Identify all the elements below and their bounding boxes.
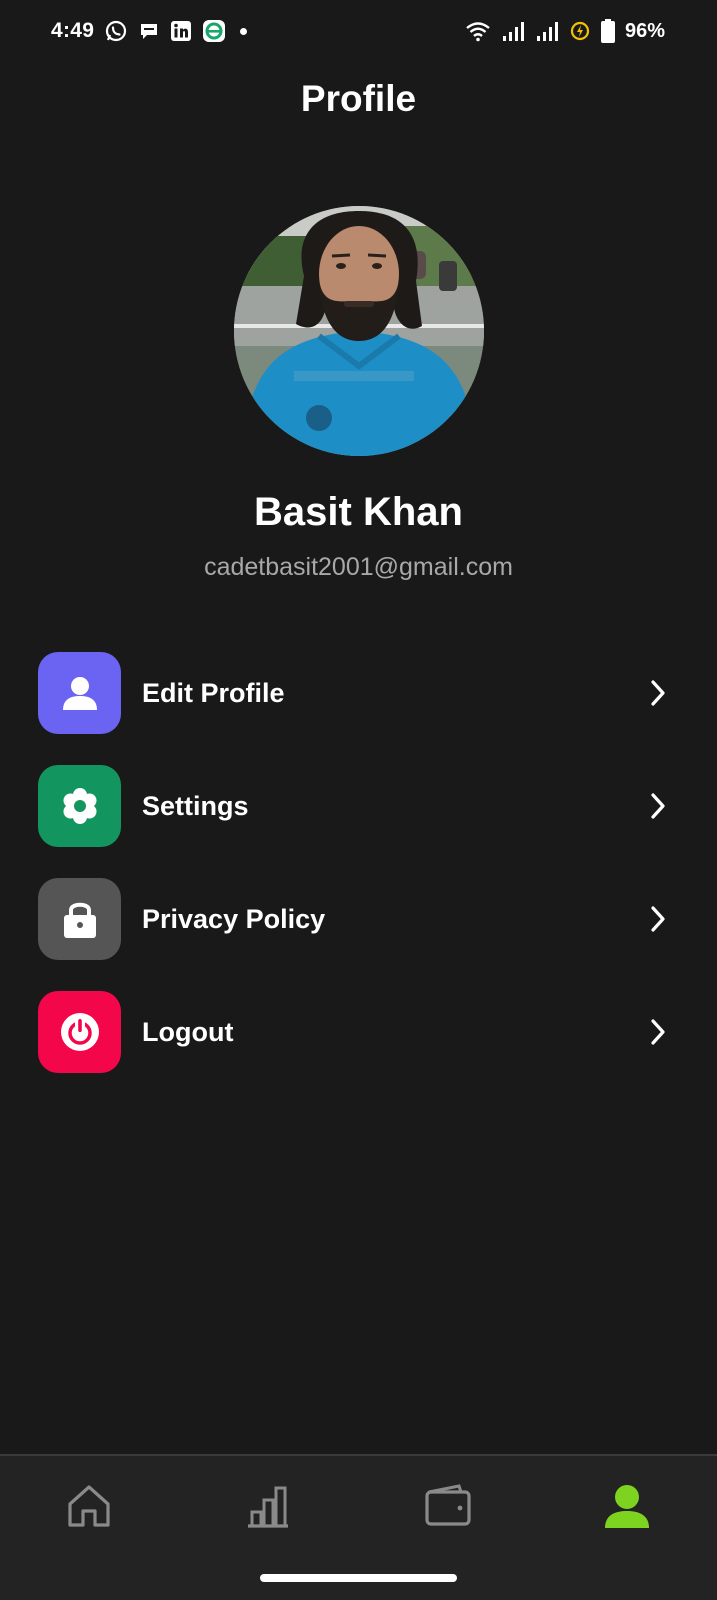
gear-icon [38,765,121,847]
chevron-right-icon [646,678,670,708]
page-title: Profile [300,78,417,119]
logout-item[interactable]: Logout [38,991,678,1073]
chevron-right-icon [646,1017,670,1047]
menu-item-label: Logout [142,1016,234,1047]
nav-profile-icon[interactable] [597,1476,657,1536]
signal-icon [535,20,559,42]
nav-wallet-icon[interactable] [418,1476,478,1536]
chevron-right-icon [646,791,670,821]
user-email: cadetbasit2001@gmail.com [204,553,513,581]
user-name: Basit Khan [254,490,463,534]
settings-item[interactable]: Settings [38,765,678,847]
power-icon [38,991,121,1073]
profile-screen: 4:49 96% Profile Basit Khan cadetbasit20… [0,0,717,1600]
linkedin-icon [170,20,192,42]
privacy-policy-item[interactable]: Privacy Policy [38,878,678,960]
menu-item-label: Edit Profile [142,677,285,708]
status-bar-left: 4:49 [51,19,248,43]
status-bar-right: 96% [465,19,665,43]
battery-percent: 96% [624,19,665,42]
more-notifications-dot [240,27,248,35]
nav-home-icon[interactable] [59,1476,119,1536]
user-icon [38,652,121,734]
nav-bar-chart-icon[interactable] [238,1476,298,1536]
menu-item-label: Privacy Policy [142,903,326,934]
lock-icon [38,878,121,960]
status-bar: 4:49 96% [0,0,717,62]
edit-profile-item[interactable]: Edit Profile [38,652,678,734]
battery-saver-icon [569,20,591,42]
chevron-right-icon [646,904,670,934]
wifi-icon [465,20,491,42]
profile-menu: Edit Profile Settings Privacy Policy Log… [38,652,678,1104]
home-indicator[interactable] [260,1574,457,1582]
status-time: 4:49 [51,19,95,42]
battery-icon [600,19,615,43]
menu-item-label: Settings [142,790,249,821]
e-app-icon [202,19,226,43]
avatar[interactable] [234,206,484,456]
signal-icon [501,20,525,42]
whatsapp-icon [104,19,128,43]
chat-bubble-icon [138,20,160,42]
